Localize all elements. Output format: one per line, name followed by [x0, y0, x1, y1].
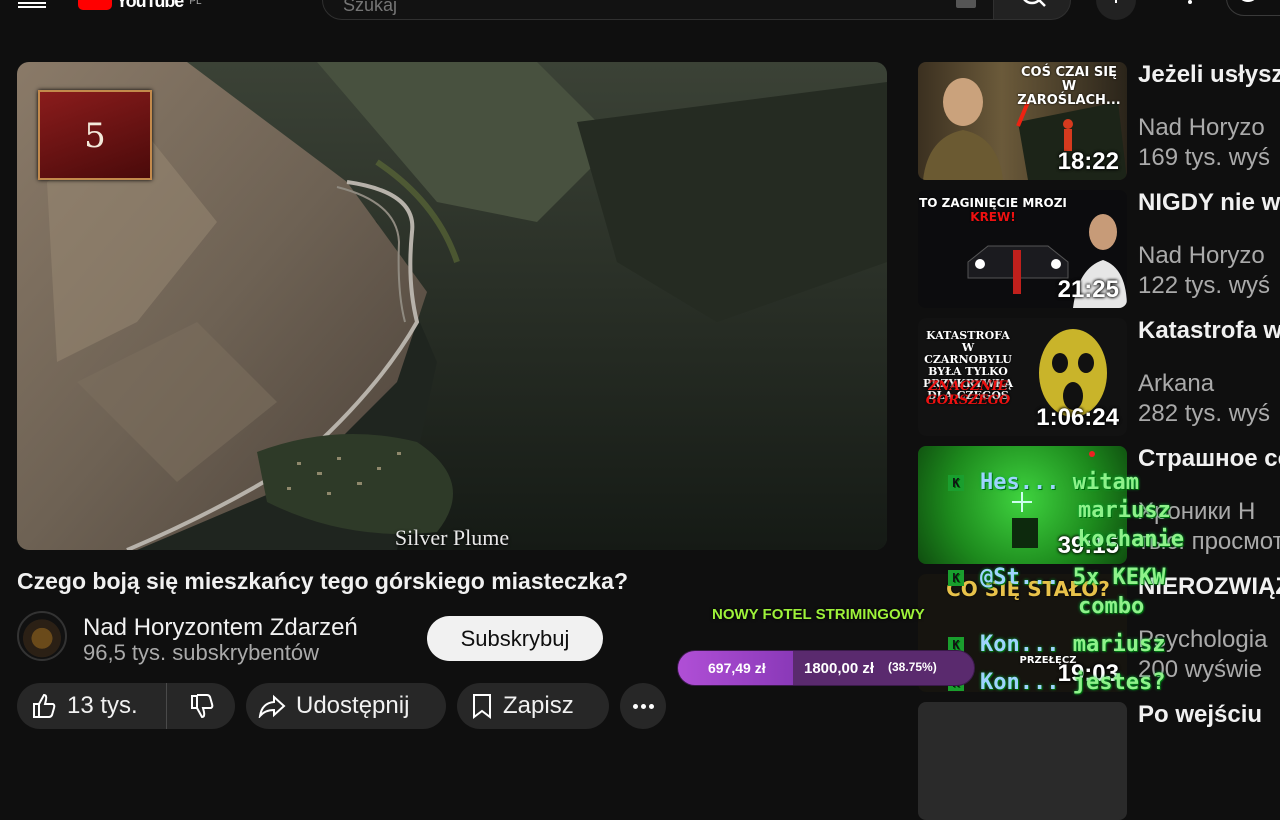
like-button[interactable]: 13 tys.	[17, 683, 167, 729]
sign-in-button[interactable]	[1226, 0, 1280, 16]
chat-text: combo	[1078, 594, 1145, 619]
like-count: 13 tys.	[67, 692, 138, 719]
place-caption: Silver Plume	[394, 525, 510, 550]
thumbs-up-icon	[33, 693, 56, 718]
chapter-number: 5	[84, 116, 106, 156]
thumbs-down-icon	[191, 694, 214, 719]
chat-message: K Kon... mariusz	[948, 632, 1165, 657]
microphone-icon	[1115, 0, 1117, 3]
video-duration: 18:22	[1057, 148, 1119, 175]
chat-text: mariusz	[1072, 632, 1166, 657]
thumbnail-text: TO ZAGINIĘCIE MROZI	[919, 196, 1067, 210]
video-player[interactable]: 5 Silver Plume	[17, 62, 887, 550]
chat-message: KKon... jestes?	[948, 670, 1165, 695]
youtube-play-icon	[78, 0, 112, 10]
video-thumbnail[interactable]: TO ZAGINIĘCIE MROZI KREW! 21:25	[918, 190, 1127, 308]
recommendation-channel[interactable]: Nad Horyzo	[1138, 114, 1265, 142]
share-icon	[258, 694, 286, 718]
recommendation-views: 282 tys. wyś	[1138, 400, 1271, 427]
chapter-number-badge: 5	[38, 90, 152, 180]
keyboard-icon[interactable]	[956, 0, 976, 8]
video-thumbnail[interactable]: COŚ CZAI SIĘ W ZAROŚLACH... 18:22	[918, 62, 1127, 180]
thumbnail-text-red: ZNACZNIE GORSZEGO	[925, 379, 1011, 408]
thumbnail-text-red: KREW!	[970, 210, 1016, 224]
chat-nick: Kon...	[980, 632, 1060, 657]
top-bar: YouTube PL	[0, 0, 1280, 24]
bookmark-icon	[473, 694, 491, 719]
video-duration: 21:25	[1057, 276, 1119, 303]
settings-more-icon[interactable]	[1188, 0, 1194, 4]
chat-message: K Hes... witam	[948, 470, 1139, 495]
donation-goal-bar: 697,49 zł 1800,00 zł (38.75%)	[677, 650, 975, 686]
video-thumbnail[interactable]: KATASTROFA W CZARNOBYLU BYŁA TYLKO PRZYK…	[918, 318, 1127, 436]
chat-badge-icon: K	[948, 475, 964, 491]
donation-goal-percent: (38.75%)	[888, 660, 937, 674]
chat-message: combo	[1078, 594, 1144, 619]
menu-icon[interactable]	[18, 0, 46, 10]
chat-nick: Kon...	[980, 670, 1060, 695]
recommendation-channel[interactable]: Nad Horyzo	[1138, 242, 1265, 270]
chat-message: mariusz	[1078, 498, 1171, 523]
chat-text: jestes?	[1072, 670, 1166, 695]
thumbnail-text: COŚ CZAI SIĘ W ZAROŚLACH...	[1017, 65, 1121, 108]
video-duration: 1:06:24	[1036, 404, 1119, 431]
account-icon	[1241, 0, 1255, 2]
recommendation-title[interactable]: Katastrofa w Czarnobylu	[1138, 318, 1280, 370]
dislike-button[interactable]	[167, 683, 215, 729]
save-label: Zapisz	[503, 692, 574, 719]
subscribe-button[interactable]: Subskrybuj	[427, 616, 603, 661]
search-button[interactable]	[993, 0, 1071, 20]
recommendation-title[interactable]: NIGDY nie wracaj do domu, mime	[1138, 190, 1280, 242]
channel-avatar[interactable]	[17, 611, 67, 661]
search-icon	[1023, 0, 1046, 7]
recommendation-views: 122 tys. wyś	[1138, 272, 1271, 299]
video-title: Czego boją się mieszkańcy tego górskiego…	[17, 568, 628, 594]
recommendation-title[interactable]: Po wejściu	[1138, 702, 1280, 754]
search-box	[322, 0, 994, 20]
recommendation-views: 169 tys. wyś	[1138, 144, 1271, 171]
chat-text: witam	[1072, 470, 1139, 495]
donation-goal-target: 1800,00 zł	[804, 660, 875, 677]
donation-goal-current: 697,49 zł	[708, 660, 766, 676]
chat-badge-icon: K	[948, 570, 964, 586]
country-code: PL	[189, 0, 202, 7]
share-label: Udostępnij	[296, 692, 410, 719]
search-input[interactable]	[323, 0, 923, 16]
recommendation-item[interactable]: COŚ CZAI SIĘ W ZAROŚLACH... 18:22 Jeżeli…	[918, 62, 1280, 180]
channel-name[interactable]: Nad Horyzontem Zdarzeń	[83, 614, 358, 642]
chat-text: mariusz	[1078, 498, 1171, 523]
chat-text: kochanie	[1078, 527, 1184, 552]
chat-message: kochanie	[1078, 527, 1184, 552]
recommendation-item[interactable]: KATASTROFA W CZARNOBYLU BYŁA TYLKO PRZYK…	[918, 318, 1280, 436]
recommendation-title[interactable]: Страшное сообщество к	[1138, 446, 1280, 498]
chat-message: K @St... 5x KEKW	[948, 565, 1165, 590]
chat-nick: @St...	[980, 565, 1060, 590]
youtube-logo[interactable]: YouTube PL	[78, 0, 202, 11]
chat-nick: Hes...	[980, 470, 1060, 495]
subscriber-count: 96,5 tys. subskrybentów	[83, 640, 320, 665]
voice-search-button[interactable]	[1096, 0, 1136, 20]
like-dislike-group: 13 tys.	[17, 683, 235, 729]
chat-text: 5x KEKW	[1072, 565, 1166, 590]
recommendation-channel[interactable]: Arkana	[1138, 370, 1214, 398]
save-button[interactable]: Zapisz	[457, 683, 609, 729]
share-button[interactable]: Udostępnij	[246, 683, 446, 729]
recommendation-title[interactable]: Jeżeli usłyszysz w lesie ten me	[1138, 62, 1280, 114]
donation-goal-title: NOWY FOTEL STRIMINGOWY	[712, 606, 925, 623]
recommendation-item[interactable]: TO ZAGINIĘCIE MROZI KREW! 21:25 NIGDY ni…	[918, 190, 1280, 308]
logo-text: YouTube	[116, 0, 184, 11]
more-actions-button[interactable]	[620, 683, 666, 729]
